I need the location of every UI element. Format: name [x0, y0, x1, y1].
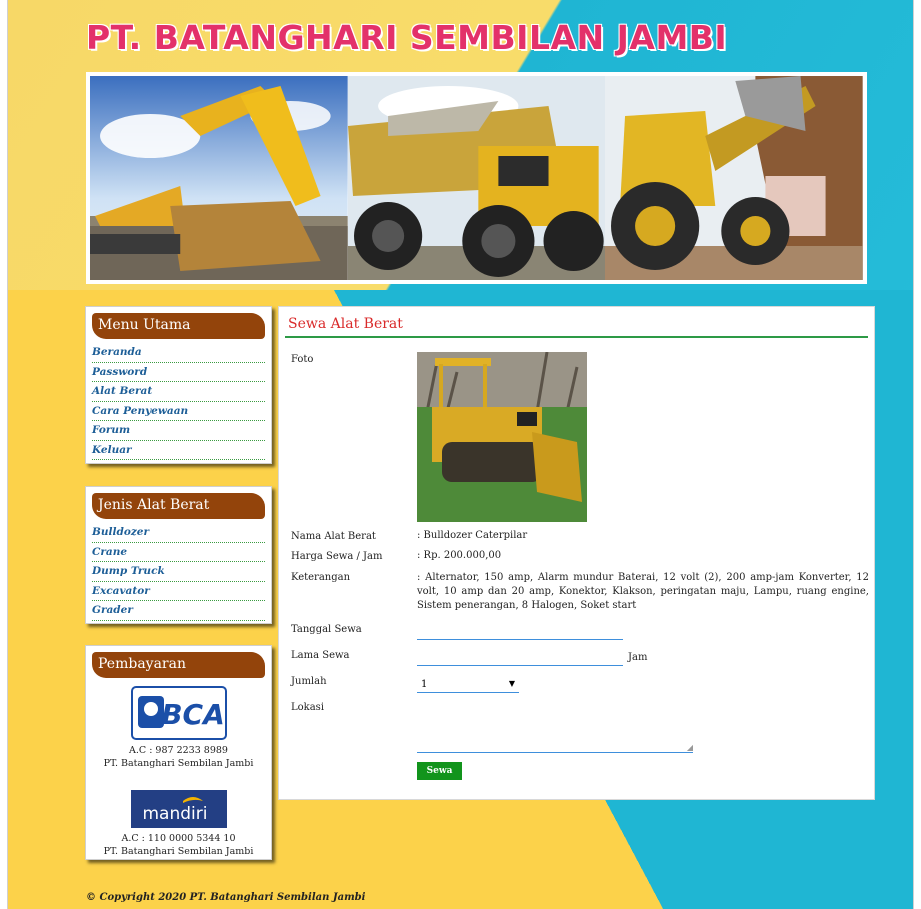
- banner-dump-truck-image: [347, 76, 606, 280]
- menu-item-alat-berat[interactable]: Alat Berat: [92, 382, 265, 402]
- menu-item-password[interactable]: Password: [92, 363, 265, 382]
- menu-item-keluar[interactable]: Keluar: [92, 441, 265, 460]
- mandiri-account: A.C : 110 0000 5344 10: [121, 833, 236, 844]
- pembayaran-box: Pembayaran BCA A.C : 987 2233 8989 PT. B…: [85, 645, 272, 860]
- page-title: Sewa Alat Berat: [285, 313, 868, 338]
- svg-text:mandiri: mandiri: [142, 804, 207, 824]
- label-lokasi: Lokasi: [291, 702, 325, 713]
- footer-copyright: © Copyright 2020 PT. Batanghari Sembilan…: [86, 892, 366, 903]
- banner-loader-image: [605, 76, 864, 280]
- bca-logo: BCA: [130, 686, 227, 740]
- resize-grip-icon[interactable]: ◢: [687, 743, 693, 752]
- label-foto: Foto: [291, 354, 314, 365]
- value-nama: : Bulldozer Caterpilar: [417, 530, 528, 541]
- header-banner: [86, 72, 867, 284]
- category-item-grader[interactable]: Grader: [92, 601, 265, 621]
- label-nama: Nama Alat Berat: [291, 531, 376, 542]
- page-background: PT. BATANGHARI SEMBILAN JAMBI Menu Utama…: [7, 0, 914, 909]
- menu-item-forum[interactable]: Forum: [92, 421, 265, 441]
- lokasi-textarea[interactable]: ◢: [417, 705, 693, 753]
- lama-sewa-input[interactable]: [417, 652, 623, 666]
- menu-item-beranda[interactable]: Beranda: [92, 343, 265, 363]
- pembayaran-heading: Pembayaran: [92, 652, 265, 678]
- value-harga: : Rp. 200.000,00: [417, 550, 502, 561]
- category-item-dump-truck[interactable]: Dump Truck: [92, 562, 265, 582]
- payment-mandiri: mandiri A.C : 110 0000 5344 10 PT. Batan…: [92, 790, 265, 858]
- svg-text:BCA: BCA: [161, 698, 225, 731]
- menu-utama-heading: Menu Utama: [92, 313, 265, 339]
- jumlah-selected-value: 1: [421, 679, 428, 690]
- payment-bca: BCA A.C : 987 2233 8989 PT. Batanghari S…: [92, 686, 265, 770]
- menu-utama-list: Beranda Password Alat Berat Cara Penyewa…: [92, 343, 265, 460]
- rent-form-panel: Sewa Alat Berat Foto Nama Alat Berat : B…: [278, 306, 875, 800]
- mandiri-holder: PT. Batanghari Sembilan Jambi: [103, 846, 254, 857]
- equipment-photo: [417, 352, 587, 522]
- bca-account: A.C : 987 2233 8989: [129, 745, 228, 756]
- sewa-submit-button[interactable]: Sewa: [417, 762, 462, 780]
- category-item-excavator[interactable]: Excavator: [92, 582, 265, 601]
- category-item-crane[interactable]: Crane: [92, 543, 265, 562]
- jumlah-select[interactable]: 1 ▼: [417, 677, 519, 693]
- jenis-alat-list: Bulldozer Crane Dump Truck Excavator Gra…: [92, 523, 265, 621]
- jenis-alat-box: Jenis Alat Berat Bulldozer Crane Dump Tr…: [85, 486, 272, 624]
- menu-item-cara-penyewaan[interactable]: Cara Penyewaan: [92, 402, 265, 421]
- label-tanggal-sewa: Tanggal Sewa: [291, 624, 362, 635]
- menu-utama-box: Menu Utama Beranda Password Alat Berat C…: [85, 306, 272, 464]
- select-caret-icon: ▼: [508, 679, 515, 688]
- banner-excavator-image: [90, 76, 348, 280]
- bca-holder: PT. Batanghari Sembilan Jambi: [103, 758, 254, 769]
- site-title: PT. BATANGHARI SEMBILAN JAMBI: [86, 18, 728, 57]
- value-keterangan: : Alternator, 150 amp, Alarm mundur Bate…: [417, 572, 869, 611]
- mandiri-logo: mandiri: [130, 790, 227, 828]
- label-keterangan: Keterangan: [291, 572, 351, 583]
- lama-sewa-unit: Jam: [628, 652, 648, 663]
- label-lama-sewa: Lama Sewa: [291, 650, 350, 661]
- category-item-bulldozer[interactable]: Bulldozer: [92, 523, 265, 543]
- label-harga: Harga Sewa / Jam: [291, 551, 383, 562]
- tanggal-sewa-input[interactable]: [417, 626, 623, 640]
- jenis-alat-heading: Jenis Alat Berat: [92, 493, 265, 519]
- label-jumlah: Jumlah: [291, 676, 327, 687]
